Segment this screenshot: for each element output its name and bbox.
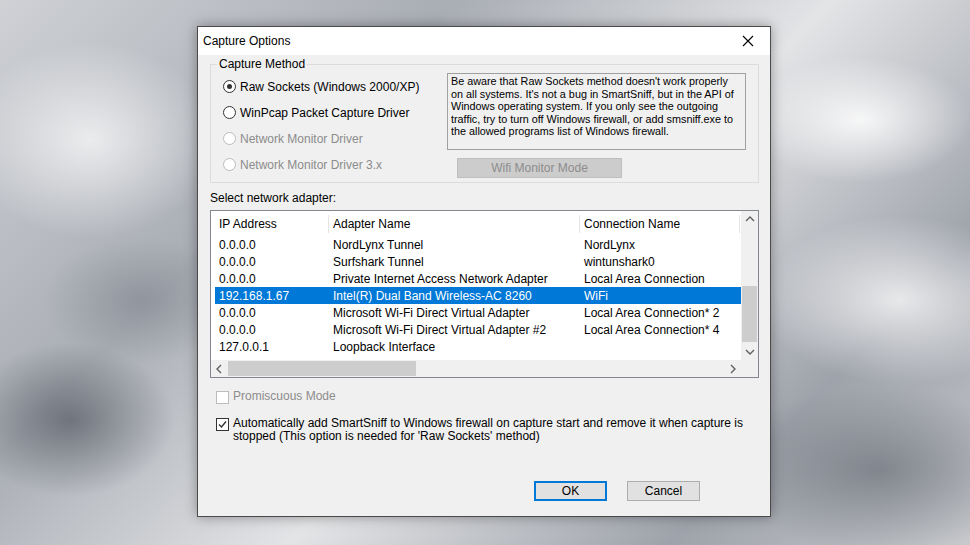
adapter-cell: Intel(R) Dual Band Wireless-AC 8260	[329, 287, 580, 304]
checkbox[interactable]	[216, 418, 229, 431]
wifi-monitor-button: Wifi Monitor Mode	[457, 158, 622, 178]
adapter-list: IP AddressAdapter NameConnection Name 0.0…	[210, 210, 759, 378]
adapter-row[interactable]: 0.0.0.0Private Internet Access Network A…	[215, 270, 741, 287]
right-arrow-icon	[725, 361, 741, 377]
radio-option[interactable]: WinPcap Packet Capture Driver	[223, 105, 421, 120]
column-header[interactable]: Connection Name	[580, 215, 740, 233]
ip-cell: 0.0.0.0	[215, 253, 329, 270]
adapter-row[interactable]: 0.0.0.0NordLynx TunnelNordLynx	[215, 236, 741, 253]
radio-button	[223, 132, 236, 145]
list-main: IP AddressAdapter NameConnection Name 0.0…	[211, 211, 758, 360]
connection-cell: wintunshark0	[580, 253, 740, 270]
adapter-row[interactable]: 0.0.0.0Surfshark Tunnelwintunshark0	[215, 253, 741, 270]
dialog-button[interactable]: OK	[534, 481, 607, 501]
scroll-thumb[interactable]	[742, 286, 757, 342]
vertical-scrollbar[interactable]	[741, 211, 758, 360]
radio-label: WinPcap Packet Capture Driver	[240, 106, 409, 120]
checkbox-label: Automatically add SmartSniff to Windows …	[233, 417, 759, 443]
up-arrow-icon	[742, 212, 758, 228]
connection-cell	[580, 338, 740, 355]
radio-list: Raw Sockets (Windows 2000/XP) WinPcap Pac…	[223, 73, 421, 178]
radio-option[interactable]: Raw Sockets (Windows 2000/XP)	[223, 79, 421, 94]
desktop: Capture Options Capture Method Raw Sockets…	[0, 0, 970, 545]
scroll-corner	[741, 360, 758, 377]
scroll-track[interactable]	[741, 228, 758, 343]
info-column: Be aware that Raw Sockets method doesn't…	[447, 73, 746, 178]
checkbox-label: Promiscuous Mode	[233, 390, 336, 403]
scroll-up-button[interactable]	[741, 211, 758, 228]
ip-cell: 0.0.0.0	[215, 236, 329, 253]
scroll-down-button[interactable]	[741, 343, 758, 360]
check-icon	[218, 420, 227, 429]
option-checkbox-row[interactable]: Automatically add SmartSniff to Windows …	[210, 417, 759, 443]
radio-label: Network Monitor Driver 3.x	[240, 158, 382, 172]
window-title: Capture Options	[203, 34, 290, 48]
column-header[interactable]: IP Address	[215, 215, 329, 233]
radio-option: Network Monitor Driver	[223, 131, 421, 146]
adapter-cell: Surfshark Tunnel	[329, 253, 580, 270]
capture-method-group: Capture Method Raw Sockets (Windows 2000/…	[210, 57, 759, 183]
connection-cell: NordLynx	[580, 236, 740, 253]
dialog-body: Capture Method Raw Sockets (Windows 2000/…	[198, 55, 770, 516]
horizontal-scrollbar[interactable]	[211, 360, 741, 377]
list-header: IP AddressAdapter NameConnection Name	[215, 215, 741, 233]
ip-cell: 0.0.0.0	[215, 304, 329, 321]
adapter-row[interactable]: 0.0.0.0Microsoft Wi-Fi Direct Virtual Ad…	[215, 304, 741, 321]
radio-option: Network Monitor Driver 3.x	[223, 157, 421, 172]
radio-button[interactable]	[223, 80, 236, 93]
adapter-label: Select network adapter:	[210, 191, 759, 205]
column-header[interactable]: Adapter Name	[329, 215, 580, 233]
adapter-cell: Microsoft Wi-Fi Direct Virtual Adapter	[329, 304, 580, 321]
adapter-row[interactable]: 192.168.1.67Intel(R) Dual Band Wireless-…	[215, 287, 741, 304]
down-arrow-icon	[742, 344, 758, 360]
scroll-track[interactable]	[228, 360, 724, 377]
scroll-left-button[interactable]	[211, 360, 228, 377]
horizontal-scroll-row	[211, 360, 758, 377]
adapter-cell: Loopback Interface	[329, 338, 580, 355]
group-label: Capture Method	[217, 57, 307, 71]
close-button[interactable]	[726, 27, 770, 55]
ip-cell: 192.168.1.67	[215, 287, 329, 304]
info-note: Be aware that Raw Sockets method doesn't…	[447, 73, 746, 150]
radio-button	[223, 158, 236, 171]
button-bar: OK Cancel	[210, 481, 759, 516]
adapter-row[interactable]: 127.0.0.1Loopback Interface	[215, 338, 741, 355]
option-checkbox-row: Promiscuous Mode	[210, 390, 759, 404]
radio-button[interactable]	[223, 106, 236, 119]
list-content: IP AddressAdapter NameConnection Name 0.0…	[211, 211, 741, 360]
connection-cell: Local Area Connection	[580, 270, 740, 287]
checkbox	[216, 391, 229, 404]
connection-cell: Local Area Connection* 4	[580, 321, 740, 338]
capture-options-dialog: Capture Options Capture Method Raw Sockets…	[197, 26, 771, 517]
close-icon	[742, 35, 754, 47]
adapter-row[interactable]: 0.0.0.0Microsoft Wi-Fi Direct Virtual Ad…	[215, 321, 741, 338]
title-bar: Capture Options	[198, 27, 770, 55]
scroll-right-button[interactable]	[724, 360, 741, 377]
radio-label: Raw Sockets (Windows 2000/XP)	[240, 80, 419, 94]
ip-cell: 0.0.0.0	[215, 270, 329, 287]
connection-cell: WiFi	[580, 287, 740, 304]
ip-cell: 127.0.0.1	[215, 338, 329, 355]
scroll-thumb[interactable]	[228, 361, 416, 376]
adapter-cell: Private Internet Access Network Adapter	[329, 270, 580, 287]
adapter-cell: NordLynx Tunnel	[329, 236, 580, 253]
radio-label: Network Monitor Driver	[240, 132, 363, 146]
connection-cell: Local Area Connection* 2	[580, 304, 740, 321]
left-arrow-icon	[212, 361, 228, 377]
dialog-button[interactable]: Cancel	[627, 481, 700, 501]
ip-cell: 0.0.0.0	[215, 321, 329, 338]
radio-dot	[227, 84, 232, 89]
adapter-cell: Microsoft Wi-Fi Direct Virtual Adapter #…	[329, 321, 580, 338]
list-rows: 0.0.0.0NordLynx TunnelNordLynx0.0.0.0Sur…	[215, 233, 741, 355]
